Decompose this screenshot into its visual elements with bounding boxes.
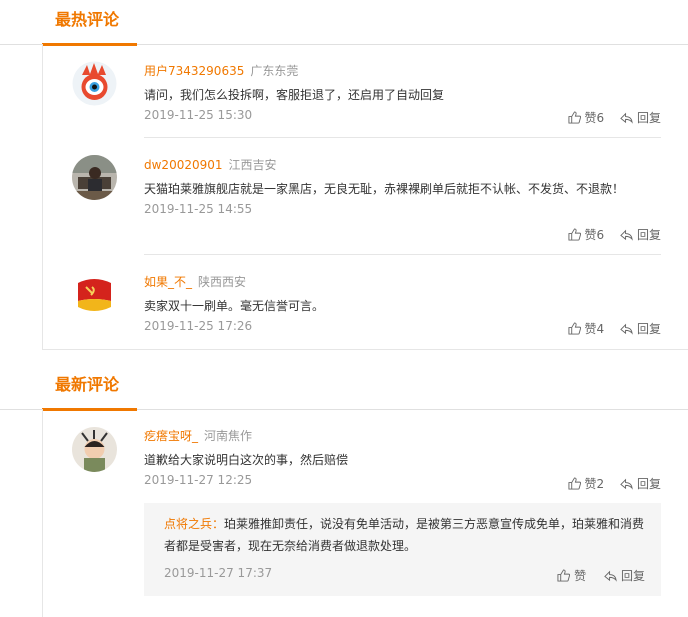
photo-avatar-icon (72, 155, 117, 200)
reply-arrow-icon (604, 570, 617, 582)
comment-location: 陕西西安 (198, 275, 247, 289)
comment-time: 2019-11-25 14:55 (144, 202, 253, 216)
reply-actions: 赞 回复 (557, 567, 645, 585)
comment-username[interactable]: 如果_不_ (144, 275, 192, 289)
reply-button[interactable]: 回复 (620, 320, 661, 337)
comment-text: 道歉给大家说明白这次的事，然后赔偿 (144, 453, 349, 467)
reply-button[interactable]: 回复 (620, 226, 661, 243)
thumbs-up-icon (567, 322, 581, 335)
comment-item: 疙瘩宝呀_ 河南焦作 道歉给大家说明白这次的事，然后赔偿 2019-11-27 1… (43, 409, 688, 617)
comment-username[interactable]: dw20020901 (144, 158, 223, 172)
comment-item: 如果_不_ 陕西西安 卖家双十一刷单。毫无信誉可言。 2019-11-25 17:… (43, 255, 688, 349)
hot-comment-list: 用户7343290635 广东东莞 请问，我们怎么投拆啊，客服拒退了，还启用了自动… (42, 44, 688, 350)
latest-comments-section: 最新评论 疙瘩宝呀_ 河南焦作 道歉给大家说明白这次的事，然后赔偿 2019-11… (0, 365, 688, 617)
weibo-eye-avatar-icon (72, 61, 117, 106)
avatar[interactable] (72, 155, 117, 200)
nested-reply: 点将之兵：珀莱雅推卸责任，说没有免单活动，是被第三方恶意宣传成免单，珀莱雅和消费… (144, 503, 661, 596)
hot-comments-section: 最热评论 用户7343290635 广东东莞 请问，我们怎么投拆啊，客服拒退了，还… (0, 0, 688, 350)
comment-actions: 赞6 回复 (556, 226, 661, 244)
comment-location: 广东东莞 (250, 64, 299, 78)
comment-username[interactable]: 用户7343290635 (144, 64, 244, 78)
like-count: 赞2 (584, 477, 605, 491)
hot-comments-header: 最热评论 (0, 0, 688, 46)
comment-actions: 赞6 回复 (556, 109, 661, 127)
reply-arrow-icon (620, 112, 633, 124)
thumbs-up-icon (557, 569, 571, 582)
reply-button[interactable]: 回复 (620, 109, 661, 126)
avatar[interactable] (72, 61, 117, 106)
reply-label: 回复 (636, 322, 661, 336)
party-badge-avatar-icon (72, 271, 117, 316)
like-button[interactable]: 赞6 (567, 226, 605, 243)
comment-item: 用户7343290635 广东东莞 请问，我们怎么投拆啊，客服拒退了，还启用了自动… (43, 44, 688, 138)
like-count: 赞6 (584, 111, 605, 125)
reply-label: 回复 (636, 228, 661, 242)
reply-content: 点将之兵：珀莱雅推卸责任，说没有免单活动，是被第三方恶意宣传成免单，珀莱雅和消费… (164, 513, 645, 557)
reply-label: 回复 (636, 111, 661, 125)
comment-item: dw20020901 江西吉安 天猫珀莱雅旗舰店就是一家黑店，无良无耻，赤裸裸刷单… (43, 138, 688, 255)
comment-username[interactable]: 疙瘩宝呀_ (144, 429, 198, 443)
reply-label: 回复 (636, 477, 661, 491)
reply-arrow-icon (620, 478, 633, 490)
reply-arrow-icon (620, 229, 633, 241)
child-photo-avatar-icon (72, 427, 117, 472)
latest-comments-header: 最新评论 (0, 365, 688, 411)
section-title-latest: 最新评论 (55, 375, 120, 394)
reply-button[interactable]: 回复 (604, 567, 645, 584)
like-button[interactable]: 赞2 (567, 475, 605, 492)
comment-actions: 赞4 回复 (556, 320, 661, 338)
thumbs-up-icon (567, 228, 581, 241)
thumbs-up-icon (567, 477, 581, 490)
comment-text: 请问，我们怎么投拆啊，客服拒退了，还启用了自动回复 (144, 88, 445, 102)
like-button[interactable]: 赞6 (567, 109, 605, 126)
comment-actions: 赞2 回复 (556, 475, 661, 493)
thumbs-up-icon (567, 111, 581, 124)
reply-arrow-icon (620, 323, 633, 335)
reply-button[interactable]: 回复 (620, 475, 661, 492)
comment-location: 河南焦作 (204, 429, 253, 443)
like-label: 赞 (574, 569, 587, 583)
comment-text: 卖家双十一刷单。毫无信誉可言。 (144, 299, 325, 313)
avatar[interactable] (72, 271, 117, 316)
comment-text: 天猫珀莱雅旗舰店就是一家黑店，无良无耻，赤裸裸刷单后就拒不认帐、不发货、不退款！ (144, 182, 625, 196)
like-count: 赞6 (584, 228, 605, 242)
latest-comment-list: 疙瘩宝呀_ 河南焦作 道歉给大家说明白这次的事，然后赔偿 2019-11-27 1… (42, 409, 688, 617)
section-title-hot: 最热评论 (55, 10, 120, 29)
avatar[interactable] (72, 427, 117, 472)
like-button[interactable]: 赞 (557, 567, 586, 584)
like-count: 赞4 (584, 322, 605, 336)
comment-location: 江西吉安 (228, 158, 277, 172)
like-button[interactable]: 赞4 (567, 320, 605, 337)
reply-time: 2019-11-27 17:37 (164, 566, 273, 580)
reply-text: 珀莱雅推卸责任，说没有免单活动，是被第三方恶意宣传成免单，珀莱雅和消费者都是受害… (164, 517, 645, 553)
reply-separator: ： (212, 517, 225, 531)
reply-username[interactable]: 点将之兵 (164, 517, 212, 531)
reply-label: 回复 (620, 569, 645, 583)
